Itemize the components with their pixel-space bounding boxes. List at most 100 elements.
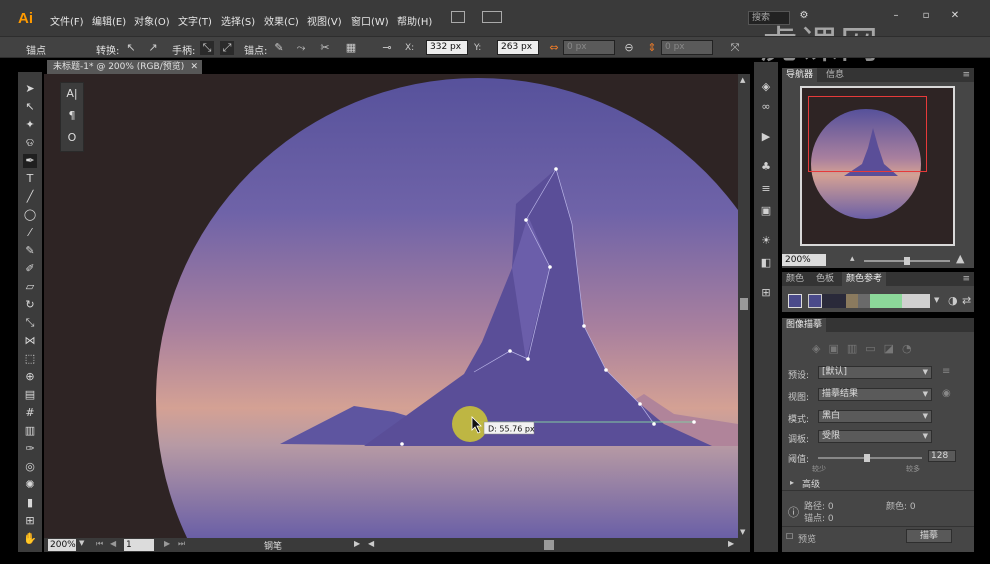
lasso-tool-icon[interactable]: ଡ [23,136,37,150]
blob-brush-tool-icon[interactable]: ✐ [23,262,37,276]
view-rectangle[interactable] [808,96,927,172]
swatch-5[interactable] [870,294,902,308]
menu-type[interactable]: 文字(T) [178,13,212,28]
anchor-point[interactable] [652,422,656,426]
convert-smooth-icon[interactable]: ↗ [146,41,160,55]
paintbrush-tool-icon[interactable]: ⁄ [23,226,37,240]
blend-tool-icon[interactable]: ◎ [23,460,37,474]
arrange-documents-icon[interactable] [482,11,502,23]
menu-effect[interactable]: 效果(C) [264,13,299,28]
navigator-zoom-slider[interactable] [864,257,950,265]
scroll-left-icon[interactable]: ◀ [368,539,374,548]
swatch-1[interactable] [808,294,822,308]
gradient-icon[interactable]: ▣ [759,204,773,218]
status-menu-icon[interactable]: ▶ [354,539,360,548]
next-artboard-icon[interactable]: ▶ [164,539,170,548]
vertical-scrollbar[interactable]: ▲ ▼ [738,74,750,538]
menu-select[interactable]: 选择(S) [221,13,255,28]
perspective-grid-tool-icon[interactable]: ▤ [23,388,37,402]
swatch-4[interactable] [858,294,870,308]
palette-dropdown[interactable]: 受限 ▼ [818,430,932,443]
anchor-point[interactable] [604,368,608,372]
save-group-icon[interactable]: ⇄ [962,294,971,307]
zoom-field[interactable]: 200% [48,539,76,551]
line-tool-icon[interactable]: ╱ [23,190,37,204]
artboard-tool-icon[interactable]: ⊞ [23,514,37,528]
isolate-icon[interactable]: ▦ [344,41,358,55]
actions-icon[interactable]: ▶ [759,130,773,144]
threshold-slider[interactable] [818,454,922,462]
document-tab[interactable]: 未标题-1* @ 200% (RGB/预览) ✕ [47,60,202,74]
menu-file[interactable]: 文件(F) [50,13,84,28]
show-handles-icon[interactable]: ⤡ [200,41,214,55]
tab-swatches[interactable]: 色板 [812,272,838,286]
transform-icon[interactable]: ⤧ [728,41,742,55]
advanced-label[interactable]: 高级 [802,477,820,490]
graph-tool-icon[interactable]: ▮ [23,496,37,510]
zoom-slider-knob[interactable] [904,257,910,265]
paragraph-icon[interactable]: ¶ [61,105,83,127]
y-field[interactable]: 263 px [497,40,539,55]
magic-wand-tool-icon[interactable]: ✦ [23,118,37,132]
link-icon[interactable]: ⊖ [622,41,636,55]
opentype-icon[interactable]: O [61,127,83,149]
preset-menu-icon[interactable]: ≡ [942,366,950,377]
current-color-swatch[interactable] [788,294,802,308]
type-tool-icon[interactable]: T [23,172,37,186]
symbols-icon[interactable]: ⊞ [759,286,773,300]
eyedropper-tool-icon[interactable]: ✑ [23,442,37,456]
tab-color[interactable]: 颜色 [782,272,808,286]
rotate-tool-icon[interactable]: ↻ [23,298,37,312]
advanced-toggle-icon[interactable]: ▸ [790,478,794,487]
tab-navigator[interactable]: 导航器 [782,68,818,82]
anchor-point[interactable] [554,167,558,171]
mode-dropdown[interactable]: 黑白 ▼ [818,410,932,423]
cut-path-icon[interactable]: ✂ [318,41,332,55]
prev-artboard-icon[interactable]: ◀ [110,539,116,548]
harmony-dropdown-icon[interactable]: ▼ [934,296,939,304]
horizontal-scroll-thumb[interactable] [544,540,554,550]
menu-help[interactable]: 帮助(H) [397,13,432,28]
last-artboard-icon[interactable]: ⏭ [178,539,185,549]
remove-anchor-icon[interactable]: ✎ [272,41,286,55]
pen-tool-icon[interactable]: ✒ [23,154,37,168]
x-field[interactable]: 332 px [426,40,468,55]
gradient-tool-icon[interactable]: ▥ [23,424,37,438]
width-tool-icon[interactable]: ⋈ [23,334,37,348]
tab-info[interactable]: 信息 [822,68,848,82]
first-artboard-icon[interactable]: ⏮ [96,539,103,549]
eye-icon[interactable]: ◉ [942,388,951,399]
close-tab-icon[interactable]: ✕ [190,60,198,74]
scroll-thumb[interactable] [740,298,748,310]
graphic-styles-icon[interactable]: ◧ [759,256,773,270]
zoom-out-icon[interactable]: ▴ [850,254,855,264]
tab-color-guide[interactable]: 颜色参考 [842,272,887,286]
restore-icon[interactable]: ▫ [919,10,933,22]
layers-icon[interactable]: ◈ [759,80,773,94]
menu-edit[interactable]: 编辑(E) [92,13,126,28]
color-panel-menu-icon[interactable]: ≡ [958,272,974,286]
menu-view[interactable]: 视图(V) [307,13,342,28]
eraser-tool-icon[interactable]: ▱ [23,280,37,294]
zoom-dropdown-icon[interactable]: ▼ [79,539,84,547]
bridge-icon[interactable] [451,11,465,23]
pencil-tool-icon[interactable]: ✎ [23,244,37,258]
menu-object[interactable]: 对象(O) [134,13,170,28]
preview-checkbox[interactable]: ☐ [786,532,793,541]
swatch-3[interactable] [846,294,858,308]
minimize-icon[interactable]: – [889,10,903,22]
canvas[interactable]: D: 55.76 px [44,74,738,538]
anchor-point[interactable] [692,420,696,424]
width-field[interactable]: 0 px [563,40,615,55]
tab-image-trace[interactable]: 图像描摹 [782,318,827,332]
trace-preset-icons[interactable]: ◈▣▥▭◪◔ [812,342,920,355]
anchor-point[interactable] [524,218,528,222]
artboard-field[interactable]: 1 [124,539,154,551]
align-icon[interactable]: ⊸ [380,41,394,55]
scroll-right-icon[interactable]: ▶ [728,539,734,548]
brushes-icon[interactable]: ♣ [759,160,773,174]
scroll-down-icon[interactable]: ▼ [740,528,745,536]
links-icon[interactable]: ∞ [759,100,773,114]
stroke-icon[interactable]: ≡ [759,182,773,196]
scroll-up-icon[interactable]: ▲ [740,76,745,84]
